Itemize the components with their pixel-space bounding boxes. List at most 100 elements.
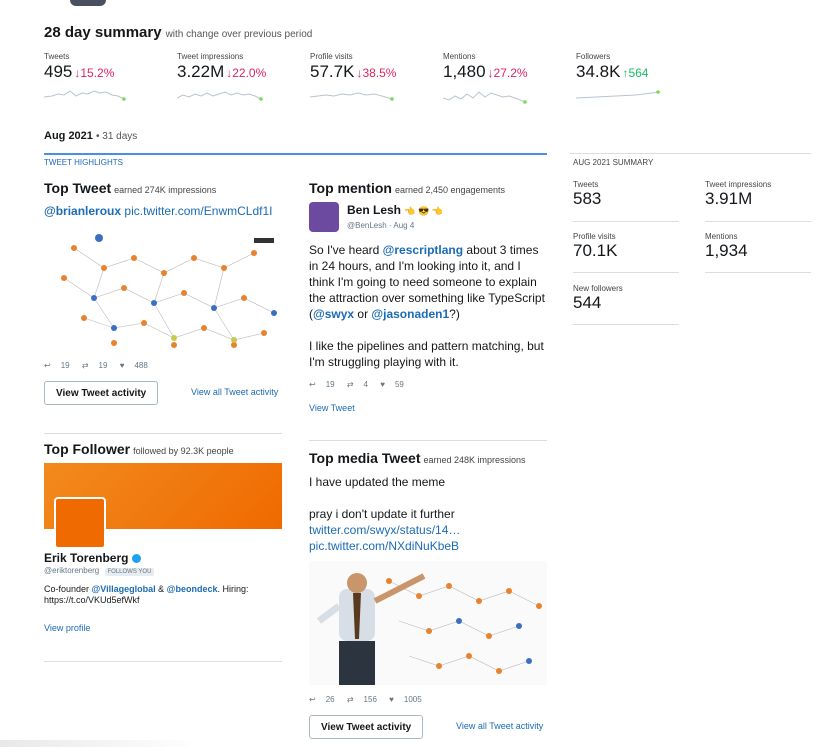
stat-change: ↓38.5% xyxy=(356,66,397,80)
stat-label: Tweet impressions xyxy=(177,52,244,61)
divider xyxy=(44,661,282,662)
view-all-tweet-activity-link[interactable]: View all Tweet activity xyxy=(191,387,278,397)
follows-you-badge: FOLLOWS YOU xyxy=(104,568,155,576)
pic-link[interactable]: pic.twitter.com/NXdiNuKbeB xyxy=(309,538,459,554)
tweet-highlights-label: TWEET HIGHLIGHTS xyxy=(44,158,123,167)
like-count: 1005 xyxy=(403,695,422,704)
sparkline xyxy=(443,91,527,104)
summary-divider xyxy=(570,153,811,154)
mention-link[interactable]: @brianleroux xyxy=(44,204,121,218)
reply-count: 26 xyxy=(325,695,335,704)
stat-value: 1,480 xyxy=(443,62,486,81)
heart-icon: ♥ xyxy=(389,695,394,704)
stat-change: ↑564 xyxy=(622,66,649,80)
avatar[interactable] xyxy=(54,497,106,549)
aug-stat-value: 583 xyxy=(573,189,602,208)
divider xyxy=(309,440,547,441)
reply-count: 19 xyxy=(325,380,335,389)
mention-actions: ↩ 19 ⇄ 4 ♥ 59 xyxy=(309,380,414,389)
month-divider xyxy=(44,153,547,155)
sparkline xyxy=(177,91,263,101)
mention-link[interactable]: @rescriptlang xyxy=(383,243,463,257)
divider xyxy=(573,272,679,273)
reply-icon: ↩ xyxy=(309,695,316,704)
retweet-count: 4 xyxy=(363,380,368,389)
stat-change: ↓15.2% xyxy=(74,66,115,80)
avatar[interactable] xyxy=(309,202,339,232)
mention-link[interactable]: @swyx xyxy=(313,307,354,321)
divider xyxy=(705,272,811,273)
stat-value: 34.8K xyxy=(576,62,621,81)
sparkline xyxy=(44,90,126,101)
view-all-tweet-activity-link[interactable]: View all Tweet activity xyxy=(456,721,543,731)
sparkline xyxy=(310,92,394,101)
aug-stat-mentions: Mentions 1,934 xyxy=(705,232,811,261)
aug-summary-label: AUG 2021 SUMMARY xyxy=(573,158,654,167)
author-handle: @BenLesh · Aug 4 xyxy=(347,221,415,230)
heart-icon: ♥ xyxy=(119,361,125,370)
mention-link[interactable]: @beondeck xyxy=(167,584,218,594)
aug-stat-profile-visits: Profile visits 70.1K xyxy=(573,232,679,261)
aug-stat-value: 1,934 xyxy=(705,241,748,260)
tweet-image-diagram[interactable] xyxy=(44,228,282,350)
follower-handle-row: @eriktorenberg FOLLOWS YOU xyxy=(44,566,155,576)
status-link[interactable]: twitter.com/swyx/status/14… xyxy=(309,522,460,538)
meme-drawing xyxy=(316,573,542,685)
retweet-icon: ⇄ xyxy=(346,695,354,704)
stat-label: Followers xyxy=(576,52,611,61)
top-tweet-title: Top Tweet earned 274K impressions xyxy=(44,180,217,196)
top-media-title: Top media Tweet earned 248K impressions xyxy=(309,450,526,466)
reply-icon: ↩ xyxy=(309,380,316,389)
diagram-lines xyxy=(61,234,277,348)
aug-stat-label: Tweet impressions xyxy=(705,180,772,189)
stat-label: Tweets xyxy=(44,52,70,61)
stat-label: Mentions xyxy=(443,52,476,61)
divider xyxy=(573,221,679,222)
follower-handle: @eriktorenberg xyxy=(44,566,100,575)
stat-tweets: Tweets 495 ↓15.2% xyxy=(44,52,164,102)
top-tweet-actions: ↩ 19 ⇄ 19 ♥ 488 xyxy=(44,361,158,370)
reply-count: 19 xyxy=(60,361,70,370)
view-tweet-link[interactable]: View Tweet xyxy=(309,403,355,413)
mention-text-2: I like the pipelines and pattern matchin… xyxy=(309,339,544,369)
view-tweet-activity-button[interactable]: View Tweet activity xyxy=(44,381,159,405)
aug-stat-value: 544 xyxy=(573,293,602,312)
media-actions: ↩ 26 ⇄ 156 ♥ 1005 xyxy=(309,695,432,704)
mention-author: Ben Lesh 👈 😎 👈 xyxy=(347,203,443,217)
top-tweet-text: @brianleroux pic.twitter.com/EnwmCLdf1I xyxy=(44,204,272,218)
mention-text: So I've heard @rescriptlang about 3 time… xyxy=(309,243,545,321)
retweet-count: 156 xyxy=(363,695,377,704)
divider xyxy=(705,221,811,222)
pic-link[interactable]: pic.twitter.com/EnwmCLdf1I xyxy=(124,204,272,218)
aug-stat-label: Mentions xyxy=(705,232,738,241)
aug-stat-new-followers: New followers 544 xyxy=(573,284,679,313)
stat-value: 495 xyxy=(44,62,73,81)
mention-link[interactable]: @jasonaden1 xyxy=(371,307,449,321)
follower-name[interactable]: Erik Torenberg xyxy=(44,551,141,565)
month-header: Aug 2021 • 31 days xyxy=(44,130,138,142)
aug-stat-label: Tweets xyxy=(573,180,599,189)
mention-link[interactable]: @Villageglobal xyxy=(92,584,156,594)
view-profile-link[interactable]: View profile xyxy=(44,623,90,633)
follower-bio: Co-founder @Villageglobal & @beondeck. H… xyxy=(44,584,249,605)
aug-stat-value: 3.91M xyxy=(705,189,753,208)
verified-icon xyxy=(131,554,141,564)
media-line-1: I have updated the meme xyxy=(309,475,446,489)
heart-icon: ♥ xyxy=(380,380,385,389)
stat-value: 3.22M xyxy=(177,62,225,81)
summary-title: 28 day summary with change over previous … xyxy=(44,24,313,41)
stat-value: 57.7K xyxy=(310,62,355,81)
author-emoji: 👈 😎 👈 xyxy=(404,206,443,216)
author-name[interactable]: Ben Lesh xyxy=(347,203,401,217)
stat-mentions: Mentions 1,480 ↓27.2% xyxy=(443,52,563,106)
divider xyxy=(44,433,282,434)
profile-avatar-cropped xyxy=(70,0,106,6)
stat-change: ↓22.0% xyxy=(226,66,267,80)
view-tweet-activity-button[interactable]: View Tweet activity xyxy=(309,715,424,739)
aug-stat-label: New followers xyxy=(573,284,623,293)
scroll-shadow xyxy=(0,740,200,747)
meme-image[interactable] xyxy=(309,561,547,685)
stat-label: Profile visits xyxy=(310,52,353,61)
stat-followers: Followers 34.8K ↑564 xyxy=(576,52,696,102)
media-line-2: pray i don't update it further xyxy=(309,507,455,521)
